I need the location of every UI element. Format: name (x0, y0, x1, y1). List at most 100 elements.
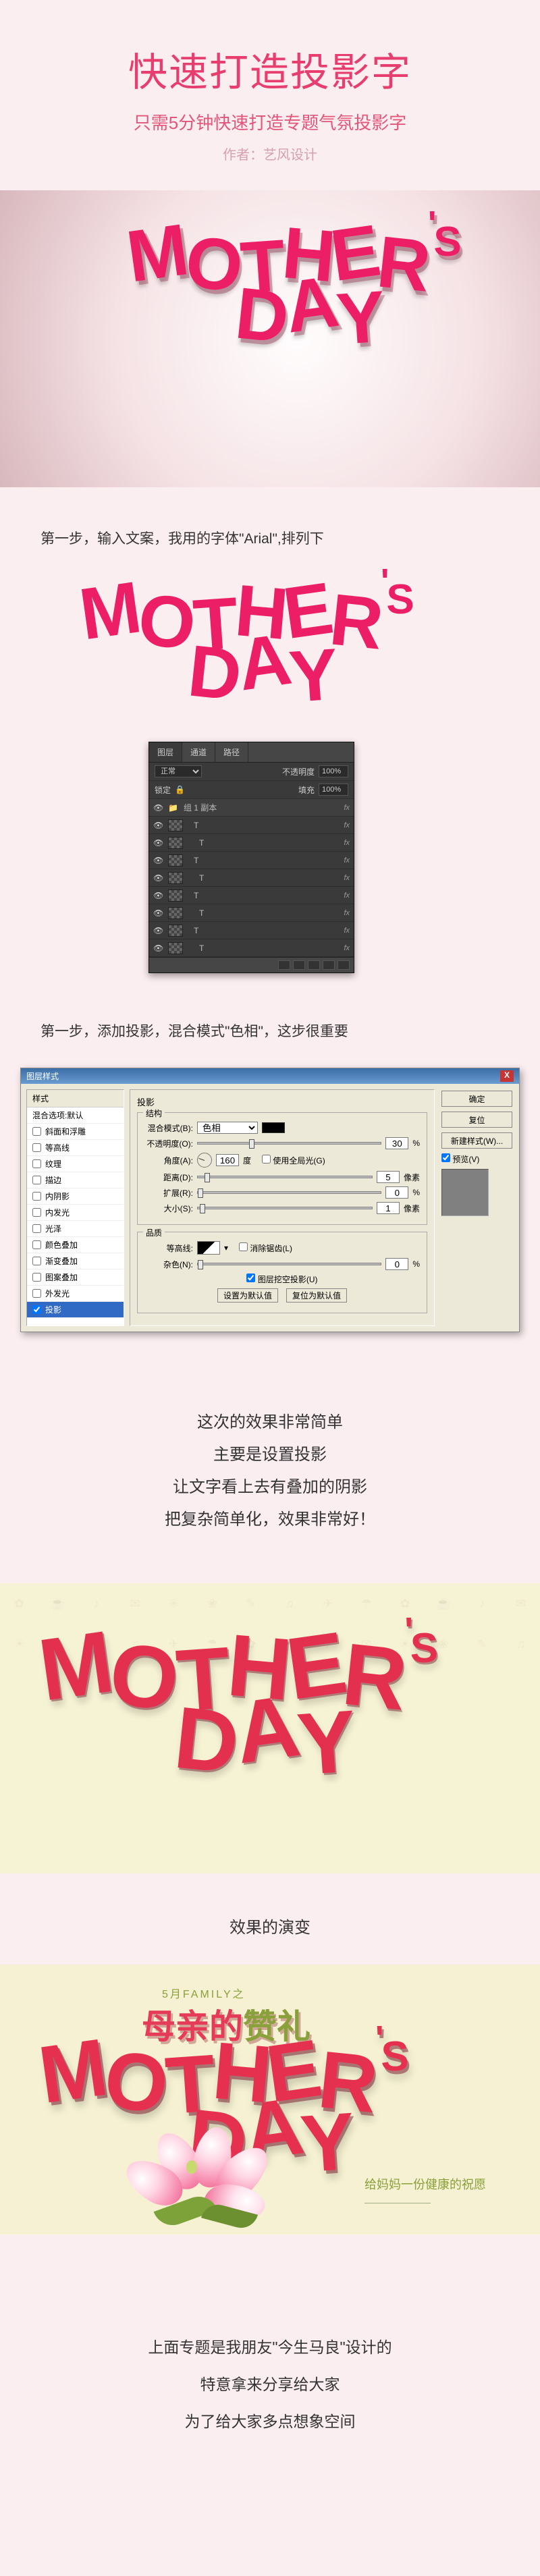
style-checkbox[interactable] (32, 1257, 41, 1265)
layers-blend-row: 正常 不透明度 (149, 763, 354, 781)
noise-slider[interactable] (197, 1263, 381, 1265)
hero-banner: MOTHER'S DAY (0, 190, 540, 487)
layer-row[interactable]: 👁 Tfx (149, 922, 354, 939)
visibility-icon[interactable]: 👁 (153, 891, 163, 900)
cancel-button[interactable]: 复位 (441, 1112, 512, 1128)
style-option[interactable]: 斜面和浮雕 (27, 1124, 124, 1140)
style-option[interactable]: 外发光 (27, 1286, 124, 1302)
spread-value[interactable] (385, 1186, 408, 1199)
style-option[interactable]: 等高线 (27, 1140, 124, 1156)
style-checkbox[interactable] (32, 1208, 41, 1217)
fx-badge[interactable]: fx (344, 804, 350, 812)
make-default-button[interactable]: 设置为默认值 (217, 1288, 278, 1303)
style-checkbox[interactable] (32, 1127, 41, 1136)
angle-dial-icon[interactable] (197, 1153, 212, 1168)
style-checkbox[interactable] (32, 1176, 41, 1184)
style-option[interactable]: 颜色叠加 (27, 1237, 124, 1253)
visibility-icon[interactable]: 👁 (153, 943, 163, 953)
style-option[interactable]: 渐变叠加 (27, 1253, 124, 1269)
style-checkbox[interactable] (32, 1143, 41, 1152)
fx-button[interactable] (278, 960, 290, 970)
opacity-input[interactable] (319, 765, 348, 777)
lock-icon[interactable]: 🔒 (175, 785, 185, 794)
style-checkbox[interactable] (32, 1159, 41, 1168)
tab-channels[interactable]: 通道 (182, 742, 215, 762)
fx-badge[interactable]: fx (344, 927, 350, 935)
new-style-button[interactable]: 新建样式(W)... (441, 1132, 512, 1149)
opacity-slider[interactable] (197, 1142, 381, 1145)
style-option[interactable]: 纹理 (27, 1156, 124, 1172)
preview-checkbox[interactable]: 预览(V) (441, 1153, 512, 1165)
fx-badge[interactable]: fx (344, 892, 350, 900)
visibility-icon[interactable]: 👁 (153, 838, 163, 848)
style-option[interactable]: 描边 (27, 1172, 124, 1188)
spread-slider[interactable] (197, 1191, 381, 1194)
layer-row[interactable]: 👁Tfx (149, 887, 354, 904)
fx-badge[interactable]: fx (344, 909, 350, 917)
ok-button[interactable]: 确定 (441, 1091, 512, 1107)
mask-button[interactable] (293, 960, 305, 970)
visibility-icon[interactable]: 👁 (153, 873, 163, 883)
style-option-label: 描边 (45, 1174, 61, 1186)
style-checkbox[interactable] (32, 1224, 41, 1233)
style-checkbox[interactable] (32, 1192, 41, 1201)
layer-name: T (188, 926, 338, 935)
new-folder-button[interactable] (308, 960, 320, 970)
blend-mode-field[interactable]: 色相 (197, 1122, 258, 1134)
style-option[interactable]: 投影 (27, 1302, 124, 1318)
contour-picker[interactable] (197, 1241, 220, 1255)
distance-slider[interactable] (197, 1176, 373, 1178)
close-button[interactable]: X (500, 1070, 514, 1082)
antialias-checkbox[interactable]: 消除锯齿(L) (239, 1242, 292, 1254)
structure-fieldset: 结构 混合模式(B): 色相 不透明度(O): % 角度(A): (137, 1112, 427, 1225)
noise-value[interactable] (385, 1258, 408, 1270)
tab-paths[interactable]: 路径 (215, 742, 248, 762)
blend-mode-select[interactable]: 正常 (155, 765, 202, 777)
fx-badge[interactable]: fx (344, 944, 350, 952)
layer-row[interactable]: 👁Tfx (149, 817, 354, 834)
fx-badge[interactable]: fx (344, 874, 350, 882)
trash-button[interactable] (338, 960, 350, 970)
visibility-icon[interactable]: 👁 (153, 803, 163, 813)
style-option[interactable]: 光泽 (27, 1221, 124, 1237)
knockout-checkbox[interactable]: 图层挖空投影(U) (246, 1273, 317, 1285)
style-option[interactable]: 内发光 (27, 1205, 124, 1221)
fx-badge[interactable]: fx (344, 856, 350, 865)
size-value[interactable] (377, 1202, 400, 1214)
fill-input[interactable] (319, 784, 348, 796)
style-option[interactable]: 内阴影 (27, 1188, 124, 1205)
style-checkbox[interactable] (32, 1305, 41, 1314)
opacity-value[interactable] (385, 1137, 408, 1149)
angle-value[interactable] (216, 1154, 239, 1166)
noise-label: 杂色(N): (144, 1259, 193, 1270)
visibility-icon[interactable]: 👁 (153, 908, 163, 918)
visibility-icon[interactable]: 👁 (153, 926, 163, 935)
visibility-icon[interactable]: 👁 (153, 856, 163, 865)
tab-layers[interactable]: 图层 (149, 742, 182, 762)
fx-badge[interactable]: fx (344, 839, 350, 847)
color-swatch[interactable] (262, 1122, 285, 1133)
contour-dropdown-icon[interactable]: ▾ (224, 1243, 228, 1253)
style-checkbox[interactable] (32, 1240, 41, 1249)
style-checkbox[interactable] (32, 1273, 41, 1282)
size-slider[interactable] (197, 1207, 373, 1209)
distance-value[interactable] (377, 1171, 400, 1183)
layer-row[interactable]: 👁Tfx (149, 939, 354, 957)
layer-name: T (188, 873, 338, 883)
layer-group[interactable]: 👁 📁 组 1 副本 fx (149, 799, 354, 817)
style-option[interactable]: 图案叠加 (27, 1269, 124, 1286)
visibility-icon[interactable]: 👁 (153, 821, 163, 830)
global-light-checkbox[interactable]: 使用全局光(G) (262, 1155, 325, 1166)
layer-row[interactable]: 👁Tfx (149, 904, 354, 922)
summary-block: 这次的效果非常简单 主要是设置投影 让文字看上去有叠加的阴影 把复杂简单化，效果… (0, 1359, 540, 1583)
fx-badge[interactable]: fx (344, 821, 350, 829)
deg-unit: 度 (243, 1155, 251, 1166)
style-checkbox[interactable] (32, 1289, 41, 1298)
blend-default-option[interactable]: 混合选项:默认 (27, 1107, 124, 1124)
layer-row[interactable]: 👁Tfx (149, 852, 354, 869)
layer-row[interactable]: 👁Tfx (149, 834, 354, 852)
group-name: 组 1 副本 (184, 802, 338, 813)
reset-default-button[interactable]: 复位为默认值 (286, 1288, 347, 1303)
layer-row[interactable]: 👁 Tfx (149, 869, 354, 887)
new-layer-button[interactable] (323, 960, 335, 970)
